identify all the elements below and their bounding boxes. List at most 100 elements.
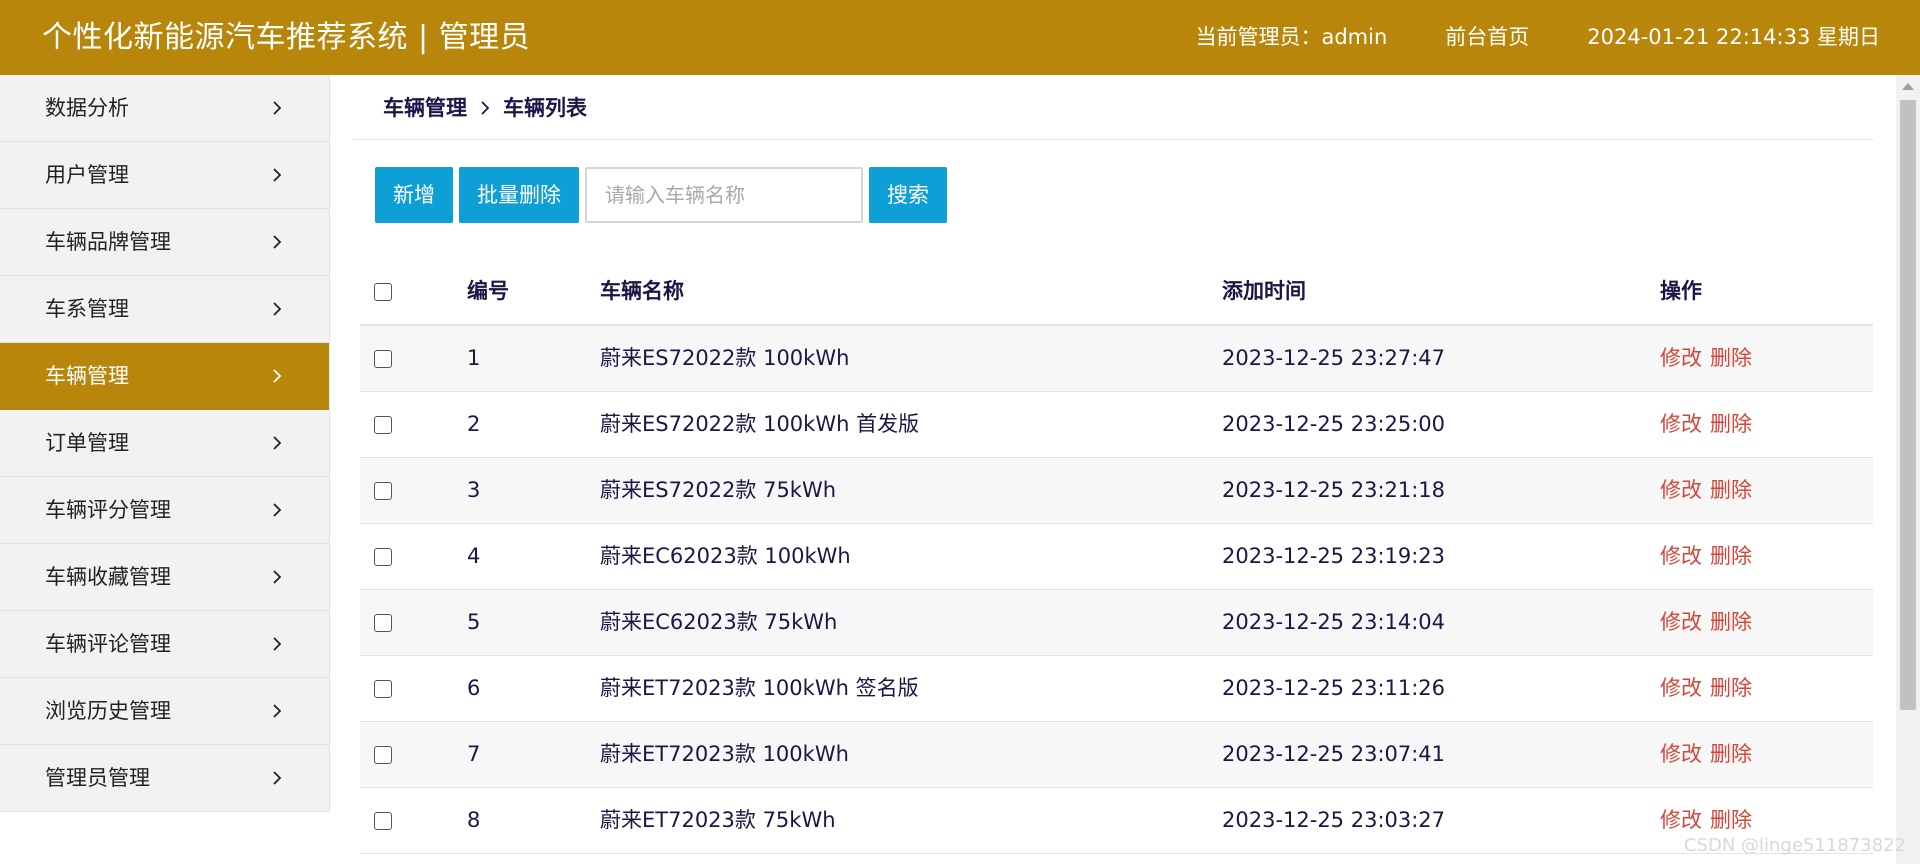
datetime-display: 2024-01-21 22:14:33 星期日 bbox=[1587, 25, 1880, 49]
chevron-right-icon bbox=[273, 436, 282, 450]
row-id: 8 bbox=[467, 808, 481, 832]
edit-link[interactable]: 修改 bbox=[1660, 478, 1702, 502]
row-checkbox[interactable] bbox=[374, 482, 392, 500]
sidebar-item-comments[interactable]: 车辆评论管理 bbox=[0, 611, 329, 678]
sidebar-item-label: 订单管理 bbox=[45, 431, 129, 455]
chevron-right-icon bbox=[481, 101, 490, 115]
row-name: 蔚来ES72022款 100kWh 首发版 bbox=[600, 412, 920, 436]
chevron-right-icon bbox=[273, 369, 282, 383]
frontend-home-link[interactable]: 前台首页 bbox=[1445, 0, 1529, 75]
sidebar-item-vehicles[interactable]: 车辆管理 bbox=[0, 343, 329, 410]
table-row: 5 蔚来EC62023款 75kWh 2023-12-25 23:14:04 修… bbox=[360, 590, 1873, 656]
row-name: 蔚来ET72023款 100kWh bbox=[600, 742, 849, 766]
sidebar-item-orders[interactable]: 订单管理 bbox=[0, 410, 329, 477]
delete-link[interactable]: 删除 bbox=[1710, 742, 1752, 766]
row-time: 2023-12-25 23:19:23 bbox=[1222, 544, 1446, 568]
row-time: 2023-12-25 23:14:04 bbox=[1222, 610, 1446, 634]
chevron-right-icon bbox=[273, 101, 282, 115]
chevron-right-icon bbox=[273, 570, 282, 584]
table-row: 1 蔚来ES72022款 100kWh 2023-12-25 23:27:47 … bbox=[360, 326, 1873, 392]
sidebar-item-favorites[interactable]: 车辆收藏管理 bbox=[0, 544, 329, 611]
row-checkbox[interactable] bbox=[374, 548, 392, 566]
table-header-row: 编号 车辆名称 添加时间 操作 bbox=[360, 258, 1873, 326]
row-name: 蔚来EC62023款 100kWh bbox=[600, 544, 851, 568]
chevron-right-icon bbox=[273, 168, 282, 182]
current-admin-label: 当前管理员：admin bbox=[1195, 25, 1388, 49]
delete-link[interactable]: 删除 bbox=[1710, 676, 1752, 700]
header-right: 当前管理员：admin 前台首页 2024-01-21 22:14:33 星期日 bbox=[1195, 0, 1880, 75]
row-checkbox[interactable] bbox=[374, 680, 392, 698]
table-row: 7 蔚来ET72023款 100kWh 2023-12-25 23:07:41 … bbox=[360, 722, 1873, 788]
row-time: 2023-12-25 23:21:18 bbox=[1222, 478, 1446, 502]
sidebar-item-users[interactable]: 用户管理 bbox=[0, 142, 329, 209]
sidebar-item-history[interactable]: 浏览历史管理 bbox=[0, 678, 329, 745]
row-checkbox[interactable] bbox=[374, 614, 392, 632]
breadcrumb: 车辆管理 车辆列表 bbox=[383, 75, 587, 141]
edit-link[interactable]: 修改 bbox=[1660, 544, 1702, 568]
batch-delete-button[interactable]: 批量删除 bbox=[459, 167, 579, 223]
row-time: 2023-12-25 23:11:26 bbox=[1222, 676, 1446, 700]
search-button[interactable]: 搜索 bbox=[869, 167, 947, 223]
chevron-right-icon bbox=[273, 302, 282, 316]
row-name: 蔚来ES72022款 100kWh bbox=[600, 346, 850, 370]
table-row: 3 蔚来ES72022款 75kWh 2023-12-25 23:21:18 修… bbox=[360, 458, 1873, 524]
select-all-checkbox[interactable] bbox=[374, 283, 392, 301]
edit-link[interactable]: 修改 bbox=[1660, 610, 1702, 634]
edit-link[interactable]: 修改 bbox=[1660, 742, 1702, 766]
row-id: 6 bbox=[467, 676, 481, 700]
sidebar-item-label: 管理员管理 bbox=[45, 766, 150, 790]
row-checkbox[interactable] bbox=[374, 812, 392, 830]
delete-link[interactable]: 删除 bbox=[1710, 412, 1752, 436]
row-time: 2023-12-25 23:25:00 bbox=[1222, 412, 1446, 436]
row-time: 2023-12-25 23:03:27 bbox=[1222, 808, 1446, 832]
search-input[interactable] bbox=[585, 167, 863, 223]
chevron-right-icon bbox=[273, 704, 282, 718]
sidebar-item-label: 浏览历史管理 bbox=[45, 699, 171, 723]
vehicle-table: 编号 车辆名称 添加时间 操作 1 蔚来ES72022款 100kWh 2023… bbox=[360, 258, 1873, 854]
row-checkbox[interactable] bbox=[374, 350, 392, 368]
row-id: 3 bbox=[467, 478, 481, 502]
chevron-right-icon bbox=[273, 637, 282, 651]
delete-link[interactable]: 删除 bbox=[1710, 544, 1752, 568]
scroll-up-arrow-icon[interactable] bbox=[1902, 83, 1914, 90]
sidebar: 数据分析 用户管理 车辆品牌管理 车系管理 车辆管理 订单管理 车辆评分管理 车… bbox=[0, 75, 330, 812]
row-time: 2023-12-25 23:27:47 bbox=[1222, 346, 1446, 370]
sidebar-item-label: 车辆管理 bbox=[45, 364, 129, 388]
app-title: 个性化新能源汽车推荐系统 | 管理员 bbox=[42, 20, 531, 55]
add-button[interactable]: 新增 bbox=[375, 167, 453, 223]
edit-link[interactable]: 修改 bbox=[1660, 676, 1702, 700]
column-header-ops: 操作 bbox=[1660, 279, 1702, 303]
row-id: 4 bbox=[467, 544, 481, 568]
sidebar-item-label: 车系管理 bbox=[45, 297, 129, 321]
chevron-right-icon bbox=[273, 503, 282, 517]
row-checkbox[interactable] bbox=[374, 746, 392, 764]
top-header: 个性化新能源汽车推荐系统 | 管理员 当前管理员：admin 前台首页 2024… bbox=[0, 0, 1920, 75]
scrollbar-thumb[interactable] bbox=[1900, 100, 1916, 710]
delete-link[interactable]: 删除 bbox=[1710, 808, 1752, 832]
chevron-right-icon bbox=[273, 235, 282, 249]
sidebar-item-ratings[interactable]: 车辆评分管理 bbox=[0, 477, 329, 544]
page-scrollbar[interactable] bbox=[1896, 75, 1920, 864]
sidebar-item-label: 用户管理 bbox=[45, 163, 129, 187]
main-content: 车辆管理 车辆列表 新增 批量删除 搜索 编号 车辆名称 添加时间 操作 1 蔚… bbox=[353, 75, 1873, 864]
sidebar-item-data-analysis[interactable]: 数据分析 bbox=[0, 75, 329, 142]
edit-link[interactable]: 修改 bbox=[1660, 412, 1702, 436]
column-header-name: 车辆名称 bbox=[600, 279, 684, 303]
sidebar-item-brands[interactable]: 车辆品牌管理 bbox=[0, 209, 329, 276]
row-id: 1 bbox=[467, 346, 481, 370]
edit-link[interactable]: 修改 bbox=[1660, 346, 1702, 370]
delete-link[interactable]: 删除 bbox=[1710, 478, 1752, 502]
row-checkbox[interactable] bbox=[374, 416, 392, 434]
row-name: 蔚来ET72023款 100kWh 签名版 bbox=[600, 676, 919, 700]
toolbar: 新增 批量删除 搜索 bbox=[375, 167, 947, 223]
edit-link[interactable]: 修改 bbox=[1660, 808, 1702, 832]
delete-link[interactable]: 删除 bbox=[1710, 610, 1752, 634]
row-id: 2 bbox=[467, 412, 481, 436]
sidebar-item-admins[interactable]: 管理员管理 bbox=[0, 745, 329, 812]
sidebar-item-label: 车辆品牌管理 bbox=[45, 230, 171, 254]
delete-link[interactable]: 删除 bbox=[1710, 346, 1752, 370]
breadcrumb-parent[interactable]: 车辆管理 bbox=[383, 75, 467, 141]
row-id: 5 bbox=[467, 610, 481, 634]
row-name: 蔚来EC62023款 75kWh bbox=[600, 610, 838, 634]
sidebar-item-series[interactable]: 车系管理 bbox=[0, 276, 329, 343]
